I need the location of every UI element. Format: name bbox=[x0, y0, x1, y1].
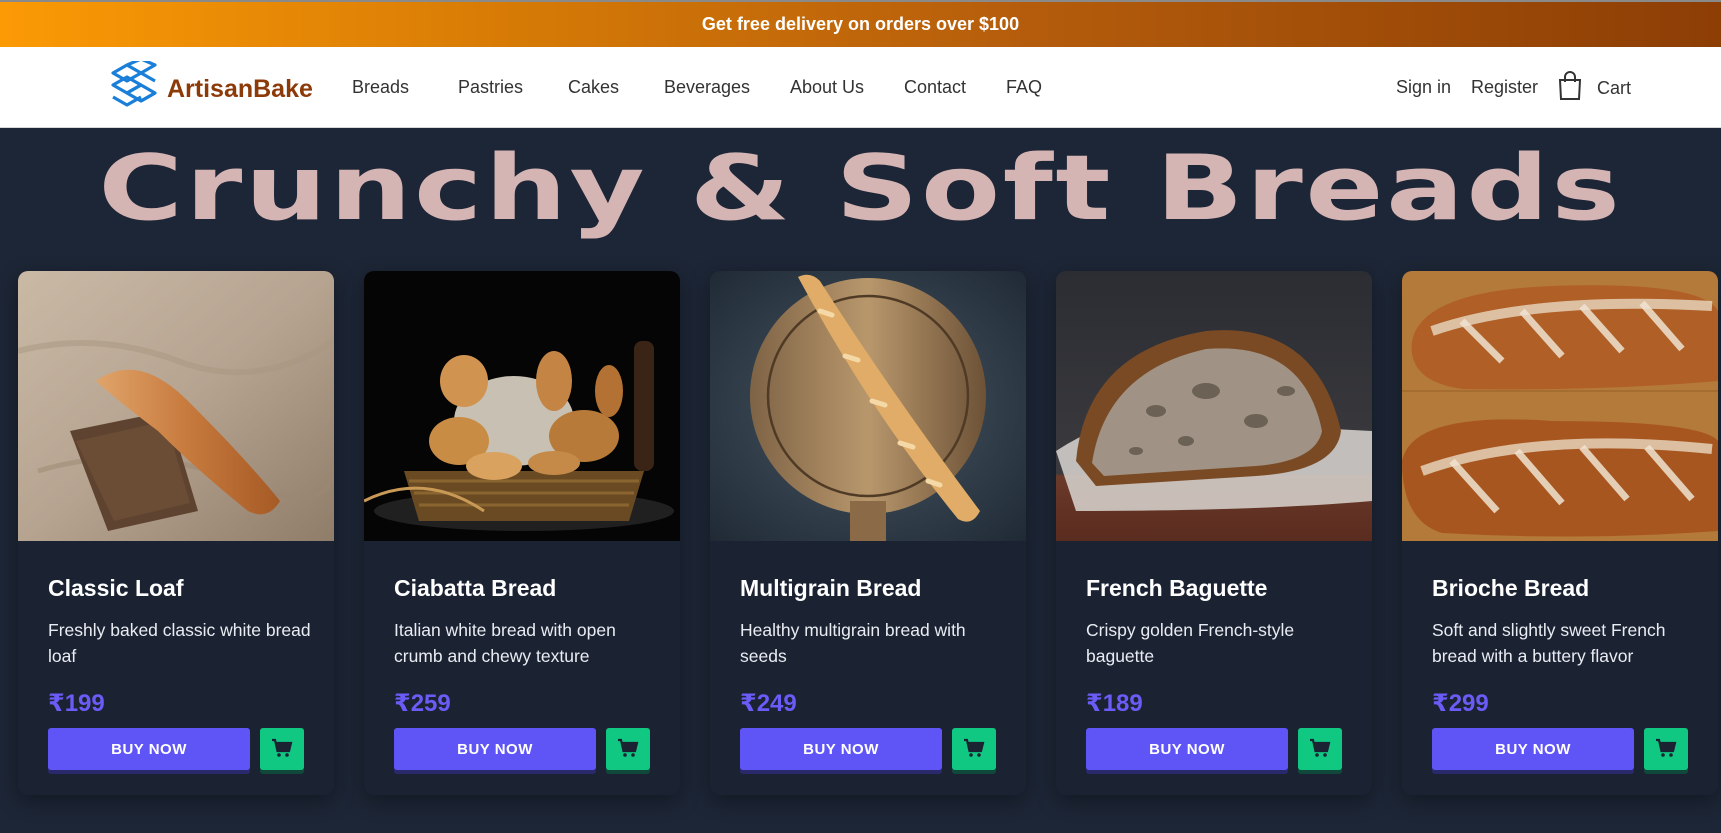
sign-in-link[interactable]: Sign in bbox=[1396, 77, 1451, 98]
hero-title: Crunchy & Soft Breads bbox=[98, 136, 1623, 241]
nav-link-beverages[interactable]: Beverages bbox=[664, 77, 750, 98]
product-name: French Baguette bbox=[1086, 575, 1268, 601]
navbar: ArtisanBake Breads Pastries Cakes Bevera… bbox=[0, 47, 1721, 128]
product-card: Multigrain Bread Healthy multigrain brea… bbox=[710, 271, 1026, 795]
product-description: Soft and slightly sweet French bread wit… bbox=[1432, 620, 1666, 666]
product-card: Classic Loaf Freshly baked classic white… bbox=[18, 271, 334, 795]
product-price: ₹299 bbox=[1432, 690, 1489, 717]
promo-text: Get free delivery on orders over $100 bbox=[701, 14, 1020, 34]
product-card: Brioche Bread Soft and slightly sweet Fr… bbox=[1402, 271, 1718, 795]
product-name: Classic Loaf bbox=[48, 575, 184, 601]
product-image-bread-basket-dark bbox=[364, 271, 680, 541]
product-description: Healthy multigrain bread with seeds bbox=[740, 620, 966, 666]
buy-now-button[interactable]: BUY NOW bbox=[740, 728, 942, 770]
add-to-cart-button[interactable] bbox=[1298, 728, 1342, 770]
product-description: Crispy golden French-style baguette bbox=[1086, 620, 1295, 666]
logo-icon bbox=[107, 57, 161, 118]
product-price: ₹249 bbox=[740, 690, 797, 717]
product-image-two-baguettes bbox=[1402, 271, 1718, 541]
nav-link-cakes[interactable]: Cakes bbox=[568, 77, 619, 98]
product-price: ₹259 bbox=[394, 690, 451, 717]
nav-link-breads[interactable]: Breads bbox=[352, 77, 409, 98]
cart-link[interactable]: Cart bbox=[1557, 71, 1631, 106]
cart-label: Cart bbox=[1597, 78, 1632, 98]
product-price: ₹189 bbox=[1086, 690, 1143, 717]
cart-icon bbox=[271, 738, 293, 761]
cart-icon bbox=[617, 738, 639, 761]
product-card: Ciabatta Bread Italian white bread with … bbox=[364, 271, 680, 795]
buy-now-button[interactable]: BUY NOW bbox=[48, 728, 250, 770]
add-to-cart-button[interactable] bbox=[260, 728, 304, 770]
add-to-cart-button[interactable] bbox=[1644, 728, 1688, 770]
add-to-cart-button[interactable] bbox=[952, 728, 996, 770]
brand-logo[interactable]: ArtisanBake bbox=[107, 57, 313, 118]
buy-now-button[interactable]: BUY NOW bbox=[1086, 728, 1288, 770]
register-link[interactable]: Register bbox=[1471, 77, 1538, 98]
nav-link-pastries[interactable]: Pastries bbox=[458, 77, 523, 98]
buy-now-button[interactable]: BUY NOW bbox=[394, 728, 596, 770]
shopping-bag-icon bbox=[1557, 71, 1583, 106]
buy-now-button[interactable]: BUY NOW bbox=[1432, 728, 1634, 770]
product-price: ₹199 bbox=[48, 690, 105, 717]
cart-icon bbox=[963, 738, 985, 761]
product-card: French Baguette Crispy golden French-sty… bbox=[1056, 271, 1372, 795]
product-image-sourdough-halved bbox=[1056, 271, 1372, 541]
cart-icon bbox=[1655, 738, 1677, 761]
brand-name: ArtisanBake bbox=[167, 75, 313, 103]
nav-link-about-us[interactable]: About Us bbox=[790, 77, 864, 98]
promo-banner: Get free delivery on orders over $100 bbox=[0, 0, 1721, 47]
product-name: Multigrain Bread bbox=[740, 575, 922, 601]
product-name: Brioche Bread bbox=[1432, 575, 1590, 601]
nav-link-contact[interactable]: Contact bbox=[904, 77, 966, 98]
product-image-baguette-on-board bbox=[710, 271, 1026, 541]
product-image-baguette-on-linen bbox=[18, 271, 334, 541]
nav-link-faq[interactable]: FAQ bbox=[1006, 77, 1042, 98]
product-name: Ciabatta Bread bbox=[394, 575, 557, 601]
cart-icon bbox=[1309, 738, 1331, 761]
product-description: Italian white bread with open crumb and … bbox=[394, 620, 616, 666]
add-to-cart-button[interactable] bbox=[606, 728, 650, 770]
product-description: Freshly baked classic white bread loaf bbox=[48, 620, 311, 666]
